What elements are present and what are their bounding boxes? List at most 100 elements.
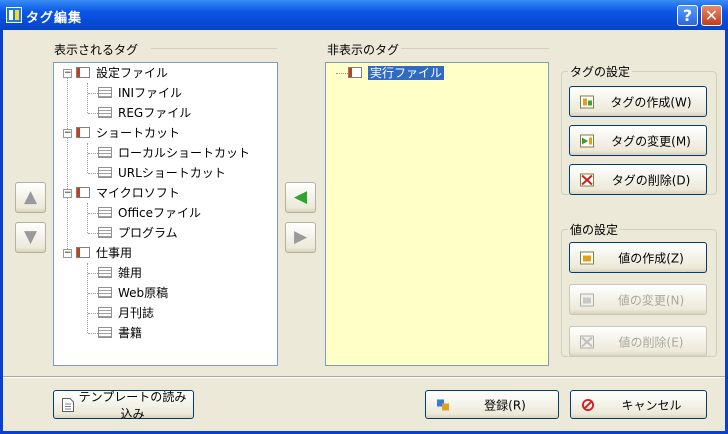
tree-node-ini-files[interactable]: INIファイル xyxy=(98,84,182,102)
create-tag-label: タグの作成(W) xyxy=(610,95,692,109)
tree-node-label: 実行ファイル xyxy=(368,66,445,80)
register-icon xyxy=(437,399,449,410)
tree-node-monthly-magazine[interactable]: 月刊誌 xyxy=(98,304,154,322)
delete-value-label: 値の削除(E) xyxy=(618,335,684,349)
hidden-tag-item[interactable]: 実行ファイル xyxy=(348,64,445,82)
dialog-client-area: 表示されるタグ − 設定ファイル INIファイル REGファイル − ショートカ… xyxy=(3,30,725,431)
tag-value-icon xyxy=(98,147,112,158)
tag-folder-icon xyxy=(348,67,362,78)
load-template-label: テンプレートの読み込み xyxy=(78,389,187,421)
shown-tags-tree[interactable]: − 設定ファイル INIファイル REGファイル − ショートカット ローカルシ… xyxy=(53,62,278,366)
delete-tag-label: タグの削除(D) xyxy=(611,173,691,187)
tree-node-local-shortcut[interactable]: ローカルショートカット xyxy=(98,144,250,162)
cancel-icon xyxy=(581,398,595,411)
tree-node-office-files[interactable]: Officeファイル xyxy=(98,204,201,222)
collapse-icon[interactable]: − xyxy=(63,129,72,138)
register-button[interactable]: 登録(R) xyxy=(425,390,559,419)
tag-value-icon xyxy=(98,107,112,118)
collapse-icon[interactable]: − xyxy=(63,69,72,78)
tree-connector xyxy=(88,173,98,174)
tree-connector xyxy=(88,113,98,114)
collapse-icon[interactable]: − xyxy=(63,189,72,198)
tree-node-label: 設定ファイル xyxy=(96,66,169,80)
tree-node-label: URLショートカット xyxy=(118,166,226,180)
load-template-button[interactable]: テンプレートの読み込み xyxy=(53,389,194,421)
delete-value-button[interactable]: 値の削除(E) xyxy=(569,326,707,357)
create-tag-icon xyxy=(580,95,594,108)
tree-connector xyxy=(87,143,88,173)
tree-node-label: 書籍 xyxy=(118,326,143,340)
tree-node-reg-files[interactable]: REGファイル xyxy=(98,104,191,122)
help-button[interactable]: ? xyxy=(677,5,698,26)
tree-node-programs[interactable]: プログラム xyxy=(98,224,178,242)
change-value-button[interactable]: 値の変更(N) xyxy=(569,284,707,315)
tree-connector xyxy=(87,83,88,113)
arrow-right-icon: ▶ xyxy=(293,227,308,247)
tree-connector xyxy=(88,313,98,314)
tag-value-icon xyxy=(98,87,112,98)
tree-node-label: 月刊誌 xyxy=(118,306,155,320)
tree-connector xyxy=(88,333,98,334)
tree-node-microsoft[interactable]: マイクロソフト xyxy=(76,184,180,202)
title-bar[interactable]: タグ編集 ? ✕ xyxy=(0,0,728,30)
tree-node-label: 雑用 xyxy=(118,266,143,280)
divider xyxy=(401,48,549,49)
tag-folder-icon xyxy=(76,187,90,198)
create-value-button[interactable]: 値の作成(Z) xyxy=(569,242,707,273)
move-to-hidden-button[interactable]: ▶ xyxy=(285,222,316,253)
register-label: 登録(R) xyxy=(484,398,526,412)
move-down-button[interactable]: ▼ xyxy=(15,222,46,253)
change-tag-button[interactable]: タグの変更(M) xyxy=(569,125,707,156)
change-value-icon xyxy=(580,293,594,306)
arrow-up-icon: ▲ xyxy=(23,187,38,207)
document-icon xyxy=(62,398,74,412)
tag-settings-legend: タグの設定 xyxy=(570,65,631,79)
tag-value-icon xyxy=(98,267,112,278)
footer-separator xyxy=(3,376,725,378)
tree-connector xyxy=(88,153,98,154)
tag-folder-icon xyxy=(76,127,90,138)
tree-node-settings-files[interactable]: 設定ファイル xyxy=(76,64,168,82)
change-tag-icon xyxy=(580,134,594,147)
tree-node-label: REGファイル xyxy=(118,106,192,120)
tree-connector xyxy=(88,93,98,94)
hidden-tags-label: 非表示のタグ xyxy=(327,43,400,57)
tag-folder-icon xyxy=(76,67,90,78)
tree-node-url-shortcut[interactable]: URLショートカット xyxy=(98,164,226,182)
tree-connector xyxy=(87,203,88,233)
close-button[interactable]: ✕ xyxy=(701,5,722,26)
delete-tag-button[interactable]: タグの削除(D) xyxy=(569,164,707,195)
tree-node-label: 仕事用 xyxy=(96,246,133,260)
tag-value-icon xyxy=(98,287,112,298)
cancel-button[interactable]: キャンセル xyxy=(570,390,707,419)
move-up-button[interactable]: ▲ xyxy=(15,182,46,213)
tree-connector xyxy=(336,73,348,74)
tag-value-icon xyxy=(98,307,112,318)
create-tag-button[interactable]: タグの作成(W) xyxy=(569,86,707,117)
tree-node-shortcuts[interactable]: ショートカット xyxy=(76,124,180,142)
hidden-tags-list[interactable]: 実行ファイル xyxy=(325,62,549,366)
tree-node-label: ショートカット xyxy=(96,126,181,140)
tree-node-misc[interactable]: 雑用 xyxy=(98,264,142,282)
tree-node-label: ローカルショートカット xyxy=(118,146,251,160)
tree-node-books[interactable]: 書籍 xyxy=(98,324,142,342)
tree-node-label: プログラム xyxy=(118,226,178,240)
create-value-label: 値の作成(Z) xyxy=(618,251,684,265)
value-settings-legend: 値の設定 xyxy=(570,223,619,237)
tree-connector xyxy=(88,293,98,294)
delete-tag-icon xyxy=(580,173,594,186)
tag-value-icon xyxy=(98,327,112,338)
tree-node-label: Officeファイル xyxy=(118,206,202,220)
window-title: タグ編集 xyxy=(26,11,83,26)
tree-node-label: マイクロソフト xyxy=(96,186,180,200)
arrow-down-icon: ▼ xyxy=(23,227,38,247)
app-icon xyxy=(6,7,22,23)
tree-node-label: Web原稿 xyxy=(118,286,169,300)
tag-value-icon xyxy=(98,227,112,238)
collapse-icon[interactable]: − xyxy=(63,249,72,258)
move-to-shown-button[interactable]: ◀ xyxy=(285,182,316,213)
tree-node-work[interactable]: 仕事用 xyxy=(76,244,132,262)
tree-node-web-manuscript[interactable]: Web原稿 xyxy=(98,284,168,302)
tag-value-icon xyxy=(98,167,112,178)
create-value-icon xyxy=(580,251,594,264)
